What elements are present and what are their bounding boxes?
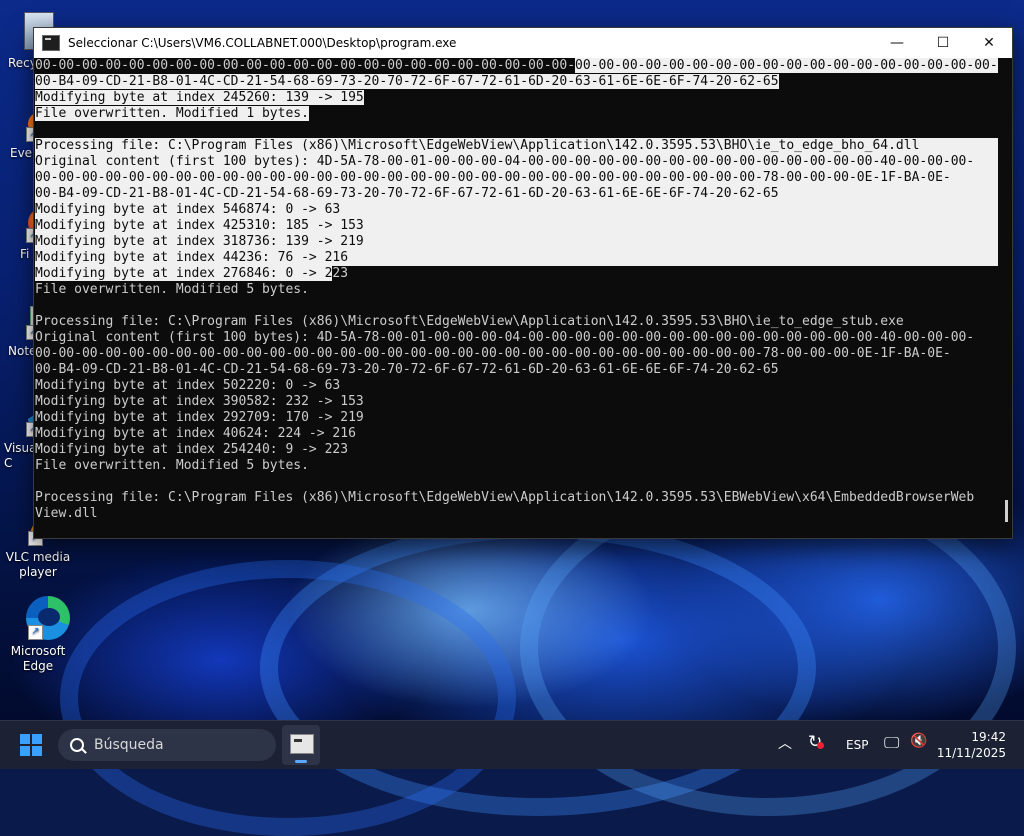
desktop-icon-label: VLC media player [5, 550, 71, 579]
console-line: Processing file: C:\Program Files (x86)\… [35, 314, 998, 330]
windows-logo-icon [32, 734, 42, 744]
console-text-selected: Original content (first 100 bytes): 4D-5… [35, 154, 975, 169]
window-title: Seleccionar C:\Users\VM6.COLLABNET.000\D… [68, 36, 457, 50]
taskbar-search-box[interactable]: Búsqueda [58, 729, 276, 761]
console-line: View.dll [35, 506, 998, 522]
console-text: Processing file: C:\Program Files (x86)\… [35, 490, 975, 505]
console-line: Modifying byte at index 44236: 76 -> 216 [35, 250, 998, 266]
update-notification-icon[interactable]: ↻ [808, 732, 824, 752]
console-line: Modifying byte at index 318736: 139 -> 2… [35, 234, 998, 250]
console-text: 00-00-00-00-00-00-00-00-00-00-00-00-00-0… [35, 58, 576, 73]
windows-logo-icon [32, 746, 42, 756]
search-icon [70, 738, 84, 752]
taskbar-clock[interactable]: 19:42 11/11/2025 [937, 729, 1006, 761]
console-text-selected: 00-00-00-00-00-00-00-00-00-00-00-00-00-0… [35, 170, 951, 185]
console-line: Modifying byte at index 502220: 0 -> 63 [35, 378, 998, 394]
console-line: 00-00-00-00-00-00-00-00-00-00-00-00-00-0… [35, 346, 998, 362]
windows-logo-icon [20, 746, 30, 756]
console-line: Modifying byte at index 292709: 170 -> 2… [35, 410, 998, 426]
console-text: 00-00-00-00-00-00-00-00-00-00-00-00-00-0… [35, 346, 951, 361]
console-text-selected: Processing file: C:\Program Files (x86)\… [35, 138, 920, 153]
console-text: Original content (first 100 bytes): 4D-5… [35, 330, 975, 345]
console-text: 23 [332, 266, 349, 281]
active-app-indicator [295, 760, 307, 763]
minimize-button[interactable]: — [874, 28, 920, 58]
console-text-selected: 00-B4-09-CD-21-B8-01-4C-CD-21-54-68-69-7… [35, 186, 779, 201]
console-text-selected: Modifying byte at index 318736: 139 -> 2… [35, 234, 364, 249]
console-line: 00-B4-09-CD-21-B8-01-4C-CD-21-54-68-69-7… [35, 362, 998, 378]
console-text: Modifying byte at index 40624: 224 -> 21… [35, 426, 356, 441]
console-line: 00-00-00-00-00-00-00-00-00-00-00-00-00-0… [35, 170, 998, 186]
console-line: Processing file: C:\Program Files (x86)\… [35, 138, 998, 154]
console-text-selected: Modifying byte at index 44236: 76 -> 216 [35, 250, 349, 265]
console-text: View.dll [35, 506, 98, 521]
console-text-selected: 00-00-00-00-00-00-00-00-00-00-00-00-00-0… [575, 58, 998, 73]
console-app-icon [42, 35, 60, 51]
window-titlebar[interactable]: Seleccionar C:\Users\VM6.COLLABNET.000\D… [34, 28, 1012, 58]
console-line: Modifying byte at index 276846: 0 -> 223 [35, 266, 998, 282]
console-line: Modifying byte at index 40624: 224 -> 21… [35, 426, 998, 442]
console-text-selected: File overwritten. Modified 1 bytes. [35, 106, 309, 121]
console-text: Modifying byte at index 292709: 170 -> 2… [35, 410, 364, 425]
console-text-selected: Modifying byte at index 276846: 0 -> 2 [35, 266, 333, 281]
console-output[interactable]: 00-00-00-00-00-00-00-00-00-00-00-00-00-0… [34, 58, 998, 538]
console-line: 00-00-00-00-00-00-00-00-00-00-00-00-00-0… [35, 58, 998, 74]
maximize-button[interactable]: ☐ [920, 28, 966, 58]
language-indicator[interactable]: ESP [846, 738, 868, 752]
console-text: Processing file: C:\Program Files (x86)\… [35, 314, 904, 329]
console-window[interactable]: Seleccionar C:\Users\VM6.COLLABNET.000\D… [33, 27, 1013, 539]
search-placeholder: Búsqueda [94, 737, 164, 753]
console-app-icon [290, 734, 314, 754]
console-text: File overwritten. Modified 5 bytes. [35, 282, 309, 297]
console-text: 00-B4-09-CD-21-B8-01-4C-CD-21-54-68-69-7… [35, 362, 779, 377]
clock-time: 19:42 [971, 730, 1006, 744]
console-text: Modifying byte at index 390582: 232 -> 1… [35, 394, 364, 409]
edge-icon: ↗ [16, 594, 70, 640]
notification-dot [817, 742, 824, 749]
console-line: Original content (first 100 bytes): 4D-5… [35, 154, 998, 170]
taskbar-app-console[interactable] [282, 725, 320, 765]
chevron-up-icon[interactable]: ︿ [778, 733, 792, 753]
monitor-icon[interactable]: 🖵 [884, 733, 899, 753]
console-line: 00-B4-09-CD-21-B8-01-4C-CD-21-54-68-69-7… [35, 186, 998, 202]
console-line: 00-B4-09-CD-21-B8-01-4C-CD-21-54-68-69-7… [35, 74, 998, 90]
console-line: Modifying byte at index 546874: 0 -> 63 [35, 202, 998, 218]
console-scrollbar[interactable] [998, 58, 1012, 538]
close-button[interactable]: ✕ [966, 28, 1012, 58]
taskbar: Búsqueda ︿ ↻ ESP 🖵 🔇 19:42 11/11/2025 [0, 720, 1024, 769]
wallpaper-swirl [60, 560, 516, 836]
console-line: File overwritten. Modified 1 bytes. [35, 106, 998, 122]
console-text: Modifying byte at index 502220: 0 -> 63 [35, 378, 341, 393]
console-text-selected: Modifying byte at index 546874: 0 -> 63 [35, 202, 341, 217]
console-line: Modifying byte at index 390582: 232 -> 1… [35, 394, 998, 410]
console-line: File overwritten. Modified 5 bytes. [35, 458, 998, 474]
desktop-icon-edge[interactable]: ↗ Microsoft Edge [2, 594, 74, 674]
network-volume-icon[interactable]: 🔇 [910, 733, 927, 749]
console-line: Modifying byte at index 254240: 9 -> 223 [35, 442, 998, 458]
windows-logo-icon [20, 734, 30, 744]
console-line: File overwritten. Modified 5 bytes. [35, 282, 998, 298]
console-line: Modifying byte at index 245260: 139 -> 1… [35, 90, 998, 106]
console-text: Modifying byte at index 254240: 9 -> 223 [35, 442, 349, 457]
start-button[interactable] [20, 734, 42, 756]
console-text-selected: 00-B4-09-CD-21-B8-01-4C-CD-21-54-68-69-7… [35, 74, 779, 89]
clock-date: 11/11/2025 [936, 746, 1006, 760]
console-line: Processing file: C:\Program Files (x86)\… [35, 490, 998, 506]
console-line: Original content (first 100 bytes): 4D-5… [35, 330, 998, 346]
console-line: Modifying byte at index 425310: 185 -> 1… [35, 218, 998, 234]
shortcut-arrow-icon: ↗ [28, 625, 43, 640]
console-text-selected: Modifying byte at index 245260: 139 -> 1… [35, 90, 364, 105]
console-text: File overwritten. Modified 5 bytes. [35, 458, 309, 473]
desktop-icon-label: Microsoft Edge [10, 644, 66, 673]
scrollbar-thumb[interactable] [1005, 500, 1008, 522]
console-text-selected: Modifying byte at index 425310: 185 -> 1… [35, 218, 364, 233]
